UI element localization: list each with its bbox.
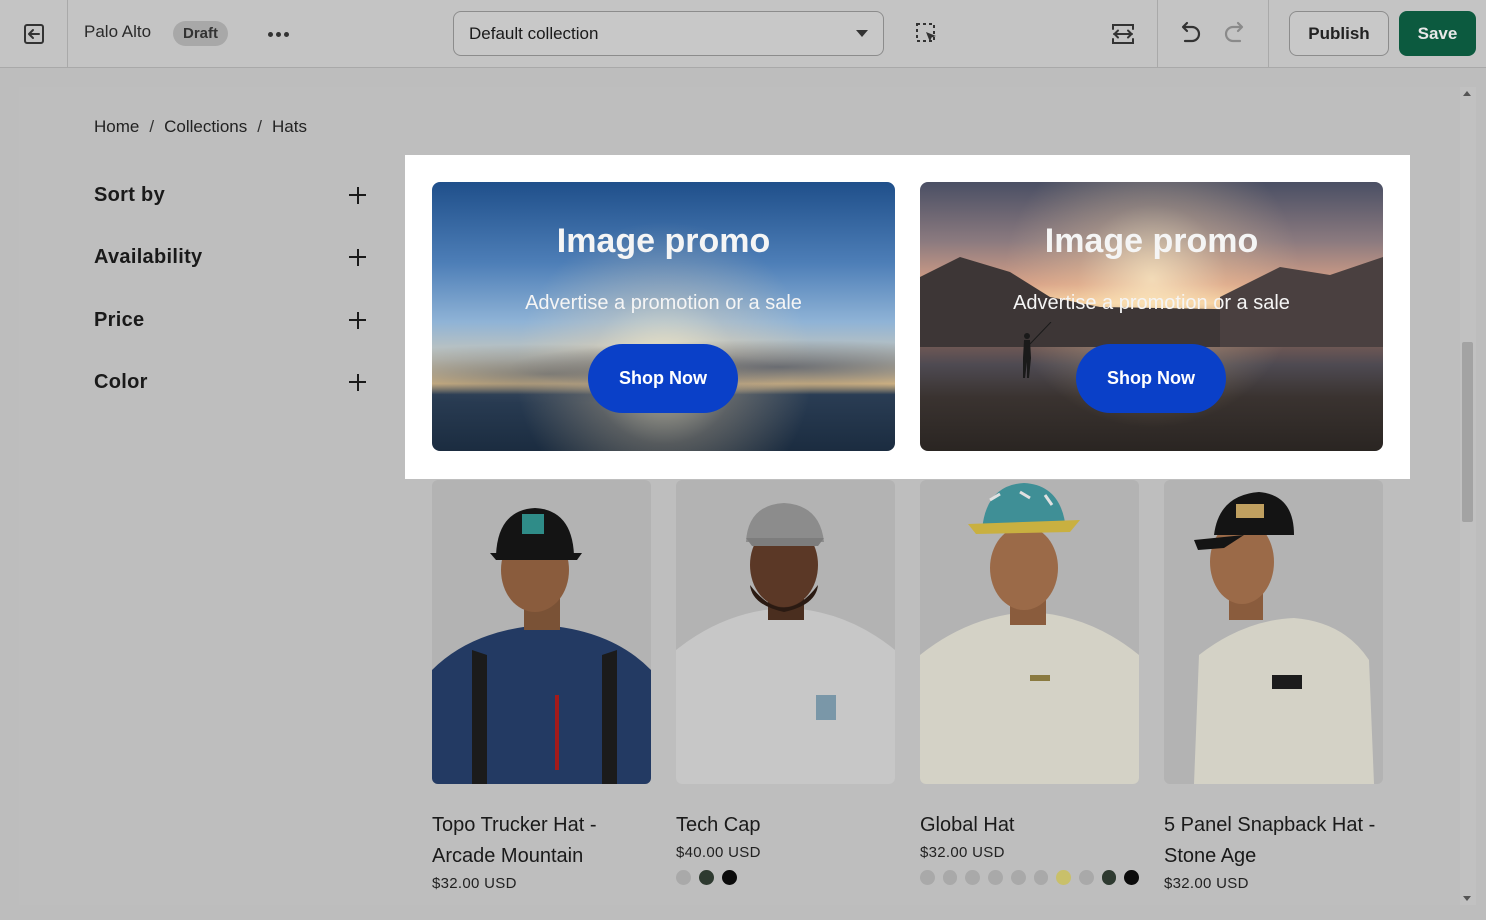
more-dot-icon (275, 31, 281, 37)
filter-color[interactable]: Color (94, 367, 366, 397)
more-actions-button[interactable] (262, 20, 294, 48)
breadcrumb-collections[interactable]: Collections (164, 117, 247, 137)
product-image[interactable] (920, 480, 1139, 784)
product-image[interactable] (432, 480, 651, 784)
cut-off-text: ▔▔▔▔▔▔▔▔▔▔▔ (431, 87, 558, 96)
promo-subtitle: Advertise a promotion or a sale (1013, 292, 1290, 314)
status-badge: Draft (173, 21, 229, 46)
cut-off-text: ▔▔▔▔▔▔▔▔▔ (676, 87, 780, 96)
filter-sort-by[interactable]: Sort by (94, 180, 366, 210)
breadcrumb-separator: / (149, 117, 155, 136)
color-swatch[interactable] (965, 870, 981, 885)
fisherman-silhouette-icon (1023, 322, 1052, 378)
color-swatch[interactable] (722, 870, 737, 885)
divider (1268, 0, 1269, 68)
breadcrumb-home[interactable]: Home (94, 117, 139, 137)
more-dot-icon (267, 31, 273, 37)
product-title[interactable]: Topo Trucker Hat - Arcade Mountain (432, 810, 651, 872)
select-cursor-icon (916, 23, 936, 42)
product-price: $32.00 USD (920, 844, 1005, 861)
product-card[interactable]: Global Hat $32.00 USD (920, 480, 1140, 885)
model-photo (1194, 492, 1374, 784)
model-photo (676, 503, 895, 784)
filter-availability[interactable]: Availability (94, 242, 366, 272)
color-swatch[interactable] (699, 870, 714, 885)
store-name: Palo Alto (84, 22, 152, 41)
filter-label: Availability (94, 245, 203, 268)
color-swatch[interactable] (1033, 870, 1049, 885)
product-card[interactable]: Tech Cap $40.00 USD (676, 480, 895, 885)
breadcrumb-current: Hats (271, 117, 307, 136)
redo-button[interactable] (1215, 14, 1255, 54)
color-swatch[interactable] (942, 870, 958, 885)
color-swatch[interactable] (1124, 870, 1140, 885)
exit-icon (23, 24, 44, 44)
plus-icon (349, 248, 366, 266)
exit-button[interactable] (0, 0, 68, 68)
plus-icon (349, 311, 366, 329)
scroll-up-icon[interactable] (1463, 91, 1471, 96)
product-title[interactable]: 5 Panel Snapback Hat - Stone Age (1164, 810, 1383, 872)
promo-title: Image promo (556, 222, 771, 260)
product-title[interactable]: Global Hat (920, 810, 1139, 841)
product-price: $32.00 USD (432, 875, 517, 892)
undo-icon (1181, 21, 1201, 43)
promo-title: Image promo (1044, 222, 1259, 260)
color-swatch[interactable] (1056, 870, 1071, 885)
image-promo-card[interactable]: Image promo Advertise a promotion or a s… (432, 182, 895, 451)
color-swatch[interactable] (1078, 870, 1094, 885)
redo-icon (1224, 21, 1244, 43)
publish-button[interactable]: Publish (1289, 11, 1389, 56)
model-photo (432, 508, 651, 784)
filter-label: Color (94, 370, 148, 393)
shop-now-button[interactable]: Shop Now (588, 344, 738, 413)
color-swatches (920, 870, 1140, 885)
color-swatch[interactable] (1010, 870, 1026, 885)
product-image[interactable] (1164, 480, 1383, 784)
divider (1157, 0, 1158, 68)
cut-off-text: ▔▔▔▔▔▔▔▔▔ (919, 87, 1023, 96)
template-select[interactable]: Default collection (453, 11, 884, 56)
color-swatch[interactable] (988, 870, 1003, 885)
filter-price[interactable]: Price (94, 305, 366, 335)
product-price: $40.00 USD (676, 844, 761, 861)
image-promo-card[interactable]: Image promo Advertise a promotion or a s… (920, 182, 1383, 451)
color-swatch[interactable] (920, 870, 935, 885)
undo-button[interactable] (1170, 14, 1210, 54)
breadcrumb: Home / Collections / Hats (94, 117, 307, 137)
product-card[interactable]: 5 Panel Snapback Hat - Stone Age $32.00 … (1164, 480, 1383, 892)
storefront-preview: ▔▔▔▔▔▔▔▔▔▔▔ ▔▔▔▔▔▔▔▔▔ ▔▔▔▔▔▔▔▔▔ ▔▔▔▔▔▔▔ … (19, 87, 1460, 905)
breadcrumb-separator: / (257, 117, 262, 136)
shop-now-button[interactable]: Shop Now (1076, 344, 1226, 413)
promo-section-highlight[interactable]: Image promo Advertise a promotion or a s… (405, 155, 1410, 479)
product-title[interactable]: Tech Cap (676, 810, 895, 841)
viewport-width-icon (1112, 24, 1134, 44)
save-button[interactable]: Save (1399, 11, 1476, 56)
plus-icon (349, 373, 366, 391)
color-swatch[interactable] (1101, 870, 1117, 885)
scroll-down-icon[interactable] (1463, 896, 1471, 901)
template-select-value: Default collection (469, 23, 599, 43)
plus-icon (349, 186, 366, 204)
promo-subtitle: Advertise a promotion or a sale (525, 292, 802, 314)
editor-topbar: Palo Alto Draft Default collection Publi… (0, 0, 1486, 68)
filter-label: Price (94, 308, 145, 331)
cut-off-text: ▔▔▔▔▔▔▔ (1164, 87, 1245, 96)
inspector-button[interactable] (907, 14, 947, 54)
scrollbar-thumb[interactable] (1462, 342, 1473, 522)
product-price: $32.00 USD (1164, 875, 1249, 892)
model-photo (920, 483, 1139, 784)
chevron-down-icon (856, 30, 868, 37)
product-image[interactable] (676, 480, 895, 784)
product-card[interactable]: Topo Trucker Hat - Arcade Mountain $32.0… (432, 480, 651, 892)
color-swatch[interactable] (676, 870, 691, 885)
color-swatches (676, 870, 895, 885)
viewport-toggle-button[interactable] (1103, 14, 1143, 54)
preview-scrollbar[interactable] (1460, 87, 1476, 905)
filter-label: Sort by (94, 183, 165, 206)
more-dot-icon (283, 31, 289, 37)
